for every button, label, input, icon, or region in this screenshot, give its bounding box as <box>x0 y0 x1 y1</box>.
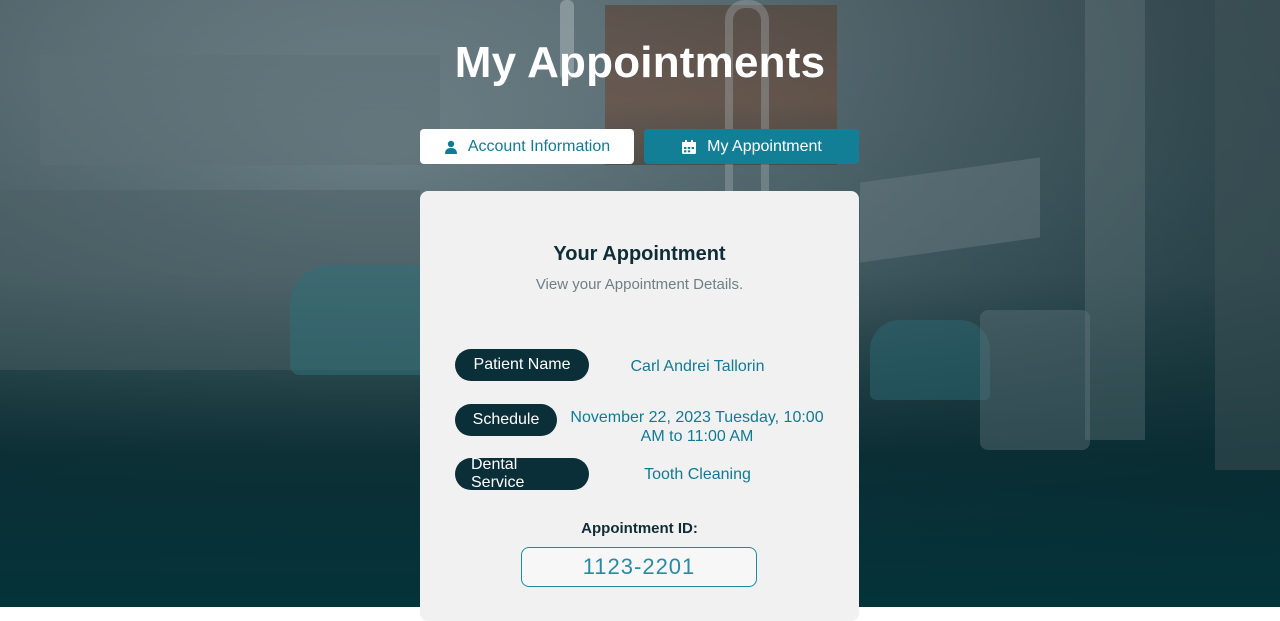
appointment-id-label: Appointment ID: <box>581 520 698 537</box>
appointment-card: Your Appointment View your Appointment D… <box>420 191 859 621</box>
tab-my-appointment-label: My Appointment <box>707 137 822 155</box>
card-subtitle: View your Appointment Details. <box>535 276 744 293</box>
page-title: My Appointments <box>454 38 826 87</box>
schedule-label: Schedule <box>455 404 557 436</box>
card-title: Your Appointment <box>553 243 726 265</box>
patient-name-value: Carl Andrei Tallorin <box>630 358 765 375</box>
schedule-value: November 22, 2023 Tuesday, 10:00 AM to 1… <box>570 409 824 445</box>
tab-account-information-label: Account Information <box>467 137 611 155</box>
tab-my-appointment[interactable]: My Appointment <box>644 129 859 164</box>
tab-account-information[interactable]: Account Information <box>420 129 634 164</box>
background-device <box>980 310 1090 450</box>
background-overhead-panel <box>860 157 1040 263</box>
background-lamp-arm-curve <box>725 0 769 198</box>
tab-bar: Account Information My Appointment <box>420 129 859 165</box>
background-stool <box>870 320 990 400</box>
patient-name-label: Patient Name <box>455 349 589 381</box>
user-icon <box>444 140 458 154</box>
dental-service-label: Dental Service <box>455 456 589 491</box>
dental-service-value: Tooth Cleaning <box>644 466 751 483</box>
appointment-id-field: 1123-2201 <box>521 547 757 587</box>
calendar-icon <box>681 139 697 155</box>
